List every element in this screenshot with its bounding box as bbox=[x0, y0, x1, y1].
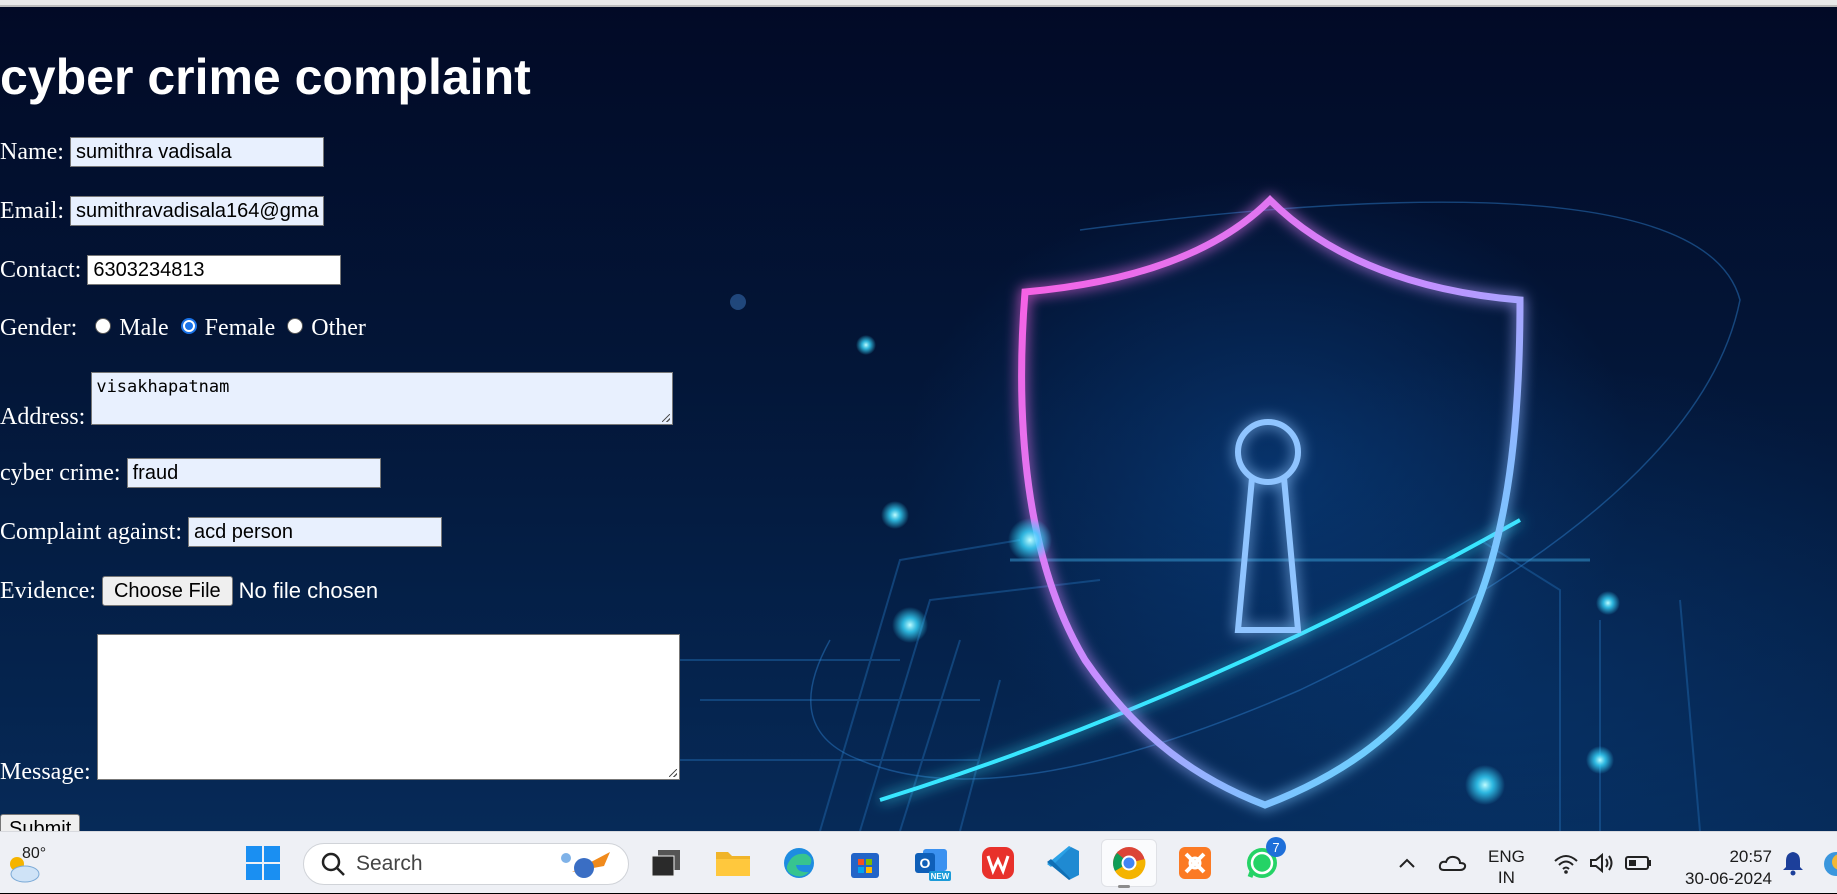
task-view-button[interactable] bbox=[644, 841, 688, 885]
name-row: Name: sumithra vadisala bbox=[0, 137, 324, 167]
email-input[interactable]: sumithravadisala164@gma bbox=[69, 196, 324, 226]
vscode-icon bbox=[1047, 846, 1079, 880]
weather-temperature: 80° bbox=[22, 845, 47, 862]
message-textarea[interactable] bbox=[96, 634, 680, 780]
gender-radio-female[interactable] bbox=[180, 317, 197, 334]
windows-taskbar: 80° Search O NEW 7 ENG IN 20:57 30-06-20… bbox=[0, 831, 1837, 893]
chrome-button[interactable] bbox=[1101, 839, 1157, 888]
whatsapp-notification-badge: 7 bbox=[1266, 837, 1286, 857]
weather-widget[interactable]: 80° bbox=[0, 832, 60, 894]
show-hidden-icons-button[interactable] bbox=[1394, 850, 1420, 876]
outlook-new-button[interactable]: O NEW bbox=[910, 841, 954, 885]
email-row: Email: sumithravadisala164@gma bbox=[0, 196, 324, 226]
onedrive-button[interactable] bbox=[1438, 850, 1468, 876]
whatsapp-button[interactable]: 7 bbox=[1240, 837, 1286, 885]
file-explorer-button[interactable] bbox=[711, 841, 755, 885]
cloud-icon bbox=[1438, 855, 1467, 871]
contact-label: Contact: bbox=[0, 256, 82, 283]
gender-option-female: Female bbox=[204, 315, 276, 341]
start-button[interactable] bbox=[241, 841, 285, 885]
search-highlight-icon bbox=[561, 852, 610, 878]
outlook-new-badge: NEW bbox=[931, 872, 950, 881]
chevron-up-icon bbox=[1399, 858, 1415, 868]
page-title: cyber crime complaint bbox=[0, 49, 531, 105]
region-code: IN bbox=[1497, 868, 1515, 887]
email-label: Email: bbox=[0, 197, 64, 224]
gender-option-other: Other bbox=[311, 315, 366, 341]
quick-settings-button[interactable] bbox=[1552, 848, 1662, 878]
taskbar-search[interactable]: Search bbox=[303, 843, 629, 885]
windows-start-icon bbox=[246, 846, 280, 880]
complaint-against-label: Complaint against: bbox=[0, 518, 182, 545]
cyber-crime-label: cyber crime: bbox=[0, 459, 121, 486]
name-label: Name: bbox=[0, 138, 64, 165]
submit-button[interactable]: Submit bbox=[0, 814, 81, 831]
gender-label: Gender: bbox=[0, 315, 78, 341]
cyber-crime-input[interactable]: fraud bbox=[126, 458, 381, 488]
file-status: No file chosen bbox=[238, 578, 379, 603]
store-icon bbox=[851, 853, 879, 878]
microsoft-store-button[interactable] bbox=[843, 841, 887, 885]
svg-text:O: O bbox=[920, 855, 931, 871]
xampp-icon bbox=[1179, 847, 1211, 879]
complaint-against-row: Complaint against: acd person bbox=[0, 517, 442, 547]
browser-page: cyber crime complaint Name: sumithra vad… bbox=[0, 0, 1837, 831]
message-label: Message: bbox=[0, 759, 91, 785]
notifications-button[interactable] bbox=[1779, 849, 1807, 877]
language-indicator[interactable]: ENG IN bbox=[1488, 846, 1525, 888]
volume-icon bbox=[1590, 852, 1613, 874]
chrome-icon bbox=[1113, 847, 1146, 880]
vscode-button[interactable] bbox=[1041, 841, 1085, 885]
xampp-button[interactable] bbox=[1173, 841, 1217, 885]
name-input[interactable]: sumithra vadisala bbox=[69, 137, 324, 167]
copilot-icon bbox=[1824, 852, 1837, 876]
wifi-icon bbox=[1554, 855, 1578, 874]
address-row: Address: visakhapatnam bbox=[0, 372, 674, 430]
bell-icon bbox=[1783, 852, 1803, 876]
clock-time: 20:57 bbox=[1729, 847, 1772, 866]
search-placeholder: Search bbox=[356, 852, 423, 875]
battery-icon bbox=[1625, 856, 1651, 870]
gender-row: Gender: Male Female Other bbox=[0, 315, 366, 342]
address-label: Address: bbox=[0, 404, 86, 430]
wps-office-button[interactable] bbox=[976, 841, 1020, 885]
edge-icon bbox=[784, 848, 814, 878]
folder-icon bbox=[716, 852, 750, 876]
choose-file-button[interactable]: Choose File bbox=[101, 576, 233, 606]
copilot-button[interactable] bbox=[1822, 850, 1837, 878]
evidence-row: Evidence: Choose File No file chosen bbox=[0, 576, 378, 606]
wps-icon bbox=[982, 847, 1014, 879]
gender-radio-male[interactable] bbox=[95, 317, 112, 334]
contact-row: Contact: 6303234813 bbox=[0, 255, 342, 285]
address-textarea[interactable]: visakhapatnam bbox=[91, 372, 674, 425]
cyber-crime-row: cyber crime: fraud bbox=[0, 458, 381, 488]
edge-button[interactable] bbox=[777, 841, 821, 885]
search-icon bbox=[321, 852, 345, 876]
task-view-icon bbox=[651, 850, 680, 877]
gender-option-male: Male bbox=[119, 315, 169, 341]
clock-date: 30-06-2024 bbox=[1685, 869, 1772, 888]
message-row: Message: bbox=[0, 634, 680, 785]
contact-input[interactable]: 6303234813 bbox=[87, 255, 342, 285]
outlook-icon: O NEW bbox=[915, 849, 951, 881]
gender-radio-other[interactable] bbox=[287, 317, 304, 334]
clock[interactable]: 20:57 30-06-2024 bbox=[1672, 846, 1772, 890]
evidence-label: Evidence: bbox=[0, 577, 96, 604]
language-code: ENG bbox=[1488, 847, 1525, 866]
complaint-against-input[interactable]: acd person bbox=[187, 517, 442, 547]
